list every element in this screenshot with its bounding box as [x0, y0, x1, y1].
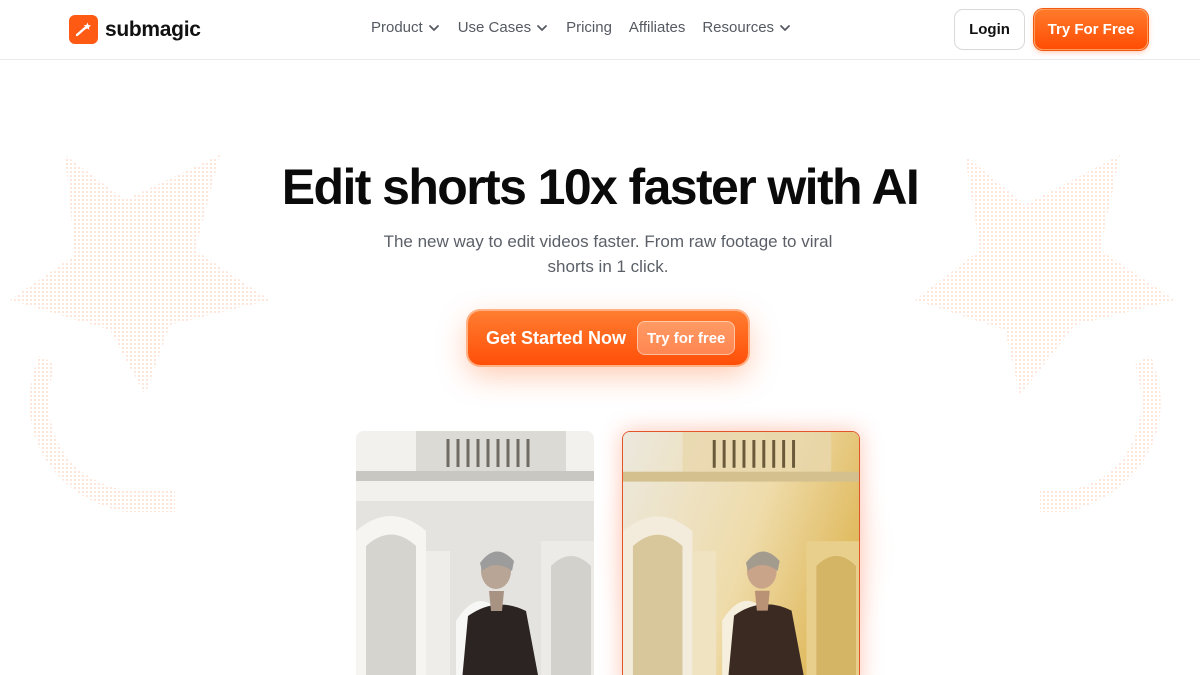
main-menu: Product Use Cases Pricing Affiliates Res… — [371, 19, 792, 36]
try-for-free-button[interactable]: Try For Free — [1034, 9, 1148, 50]
original-video-preview[interactable] — [356, 431, 594, 675]
nav-item-label: Use Cases — [457, 19, 532, 36]
login-button[interactable]: Login — [954, 9, 1025, 50]
hero-subtitle: The new way to edit videos faster. From … — [383, 232, 833, 276]
video-frame — [356, 431, 594, 675]
chevron-down-icon — [428, 24, 439, 31]
nav-item-label: Product — [371, 19, 423, 36]
nav-item-product[interactable]: Product — [371, 19, 441, 36]
nav-item-pricing[interactable]: Pricing — [566, 19, 612, 36]
brand-logo[interactable]: submagic — [69, 15, 201, 44]
hero-title: Edit shorts 10x faster with AI — [281, 159, 920, 215]
top-navigation: submagic Product Use Cases Pricing Affil… — [0, 0, 1200, 60]
brand-name: submagic — [105, 17, 201, 41]
chevron-down-icon — [780, 24, 790, 31]
nav-item-label: Pricing — [566, 19, 612, 36]
magic-wand-icon — [69, 15, 98, 44]
chevron-down-icon — [537, 24, 547, 31]
get-started-button[interactable]: Get Started Now Try for free — [468, 311, 748, 365]
nav-item-resources[interactable]: Resources — [702, 19, 792, 36]
nav-item-label: Affiliates — [628, 19, 686, 36]
edited-video-preview[interactable] — [622, 431, 860, 675]
nav-item-label: Resources — [702, 19, 775, 36]
video-frame — [623, 432, 859, 675]
cta-label: Get Started Now — [486, 327, 627, 348]
nav-item-affiliates[interactable]: Affiliates — [629, 19, 685, 36]
nav-item-use-cases[interactable]: Use Cases — [458, 19, 549, 36]
cta-badge: Try for free — [637, 321, 736, 355]
